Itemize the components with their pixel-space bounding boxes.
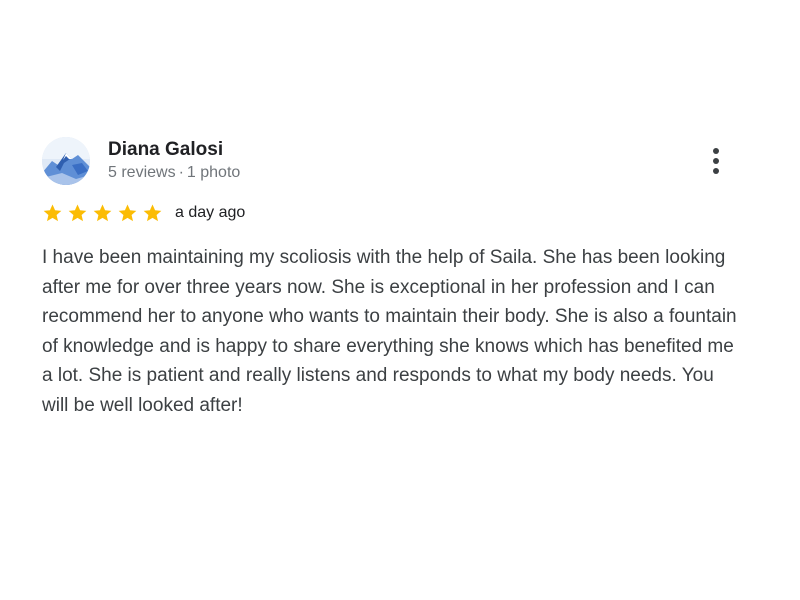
photos-count: 1 photo bbox=[186, 164, 241, 181]
star-icon bbox=[143, 204, 162, 222]
star-icon bbox=[118, 204, 137, 222]
reviewer-name[interactable]: Diana Galosi bbox=[108, 139, 223, 161]
review-date: a day ago bbox=[175, 204, 246, 221]
mountain-landscape-icon bbox=[42, 137, 90, 185]
star-rating bbox=[42, 203, 167, 223]
star-icon bbox=[68, 204, 87, 222]
rating-row: a day ago bbox=[42, 202, 742, 224]
more-vert-icon bbox=[713, 148, 719, 154]
star-icon bbox=[43, 204, 62, 222]
reviews-count: 5 reviews bbox=[108, 164, 176, 181]
star-icon bbox=[93, 204, 112, 222]
more-vert-icon-dot bbox=[713, 158, 719, 164]
more-vert-icon-dot bbox=[713, 168, 719, 174]
review-card: Diana Galosi 5 reviews · 1 photo a day ago… bbox=[42, 136, 742, 421]
meta-separator: · bbox=[178, 164, 184, 181]
review-text: I have been maintaining my scoliosis wit… bbox=[42, 247, 737, 416]
review-header: Diana Galosi 5 reviews · 1 photo bbox=[42, 136, 742, 188]
more-options-button[interactable] bbox=[704, 145, 728, 177]
reviewer-meta: 5 reviews · 1 photo bbox=[108, 164, 240, 182]
reviewer-avatar[interactable] bbox=[42, 137, 90, 185]
